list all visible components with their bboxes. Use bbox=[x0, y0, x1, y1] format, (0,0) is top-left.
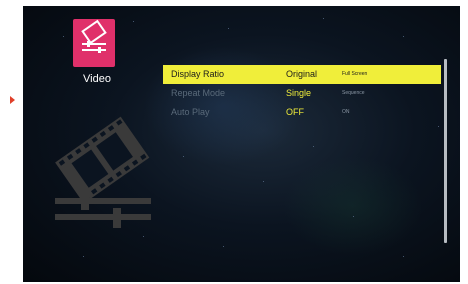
setting-value: Single bbox=[286, 88, 312, 98]
setting-row-auto-play[interactable]: Auto Play OFF ON bbox=[163, 103, 441, 122]
video-category-tile[interactable] bbox=[73, 19, 115, 67]
setting-row-display-ratio[interactable]: Display Ratio Original Full Screen bbox=[163, 65, 441, 84]
film-strip-watermark-icon bbox=[55, 116, 151, 228]
settings-screen: Video Display Ratio Original Full Screen… bbox=[23, 6, 460, 282]
background-nebula bbox=[283, 156, 423, 256]
setting-row-repeat-mode[interactable]: Repeat Mode Single Sequence bbox=[163, 84, 441, 103]
scrollbar[interactable] bbox=[444, 59, 447, 243]
setting-option: Full Screen bbox=[342, 71, 368, 77]
focus-arrow-icon bbox=[10, 96, 15, 104]
setting-name: Auto Play bbox=[171, 107, 210, 117]
category-label: Video bbox=[83, 73, 111, 85]
setting-option: ON bbox=[342, 109, 350, 115]
setting-value: Original bbox=[286, 69, 318, 79]
setting-option: Sequence bbox=[342, 90, 365, 96]
setting-value: OFF bbox=[286, 107, 304, 117]
film-strip-sliders-icon bbox=[81, 19, 107, 53]
settings-menu: Display Ratio Original Full Screen Repea… bbox=[163, 65, 441, 122]
setting-name: Display Ratio bbox=[171, 69, 225, 79]
setting-name: Repeat Mode bbox=[171, 88, 226, 98]
